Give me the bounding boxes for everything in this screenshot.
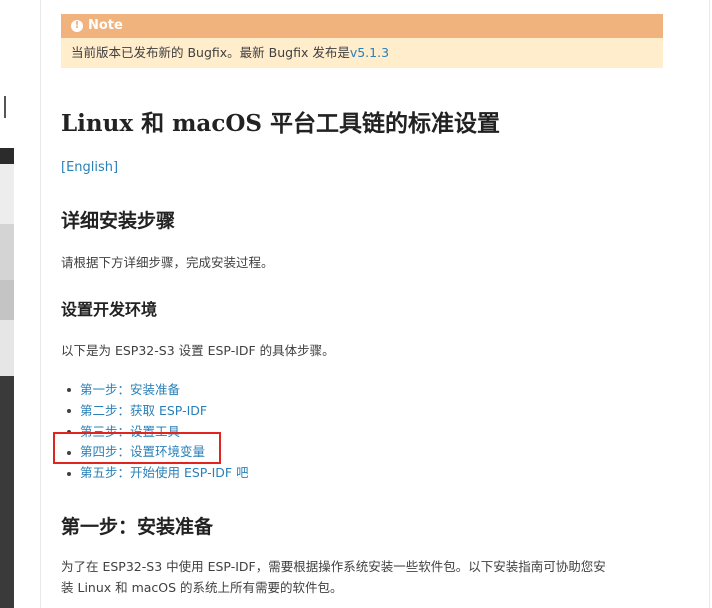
bullet-icon [67, 429, 71, 434]
bullet-icon [67, 471, 71, 476]
list-item: 第三步：设置工具 [67, 422, 249, 443]
step-link-2[interactable]: 第二步：获取 ESP-IDF [80, 401, 207, 422]
sidebar-edge-segment [0, 224, 14, 280]
bullet-icon [67, 409, 71, 414]
section-heading-step1: 第一步：安装准备 [61, 516, 214, 538]
sidebar-edge-segment [0, 0, 14, 148]
list-item: 第五步：开始使用 ESP-IDF 吧 [67, 463, 249, 484]
english-link[interactable]: [English] [61, 160, 118, 175]
step1-para-line1: 为了在 ESP32-S3 中使用 ESP-IDF，需要根据操作系统安装一些软件包… [61, 559, 606, 574]
note-body: 当前版本已发布新的 Bugfix。最新 Bugfix 发布是v5.1.3 [61, 38, 663, 68]
note-admonition: ! Note 当前版本已发布新的 Bugfix。最新 Bugfix 发布是v5.… [61, 14, 663, 68]
list-item: 第四步：设置环境变量 [67, 442, 249, 463]
sidebar-edge-segment [0, 164, 14, 224]
doc-content: ! Note 当前版本已发布新的 Bugfix。最新 Bugfix 发布是v5.… [40, 0, 710, 608]
section-heading-env: 设置开发环境 [61, 300, 158, 319]
version-link[interactable]: v5.1.3 [350, 45, 389, 60]
steps-list: 第一步：安装准备 第二步：获取 ESP-IDF 第三步：设置工具 第四步：设置环… [67, 380, 249, 484]
list-item: 第一步：安装准备 [67, 380, 249, 401]
step-link-1[interactable]: 第一步：安装准备 [80, 380, 180, 401]
step-link-3[interactable]: 第三步：设置工具 [80, 422, 180, 443]
sidebar-edge-segment [0, 376, 14, 608]
info-circle-icon: ! [71, 20, 83, 32]
step1-para-line2: 装 Linux 和 macOS 的系统上所有需要的软件包。 [61, 580, 343, 595]
sidebar-edge-segment [0, 148, 14, 164]
note-text: 当前版本已发布新的 Bugfix。最新 Bugfix 发布是 [71, 45, 350, 60]
env-intro: 以下是为 ESP32-S3 设置 ESP-IDF 的具体步骤。 [61, 343, 335, 358]
step-link-4[interactable]: 第四步：设置环境变量 [80, 442, 205, 463]
note-header: ! Note [61, 14, 663, 38]
step-link-5[interactable]: 第五步：开始使用 ESP-IDF 吧 [80, 463, 249, 484]
list-item: 第二步：获取 ESP-IDF [67, 401, 249, 422]
install-intro: 请根据下方详细步骤，完成安装过程。 [61, 255, 274, 270]
sidebar-edge-segment [0, 320, 14, 376]
page-title: Linux 和 macOS 平台工具链的标准设置 [61, 110, 500, 137]
bullet-icon [67, 388, 71, 393]
sidebar-edge [0, 0, 14, 608]
sidebar-edge-segment [0, 280, 14, 320]
sidebar-edge-bracket [0, 96, 6, 118]
section-heading-install: 详细安装步骤 [61, 210, 176, 232]
note-title: Note [88, 18, 123, 33]
bullet-icon [67, 450, 71, 455]
